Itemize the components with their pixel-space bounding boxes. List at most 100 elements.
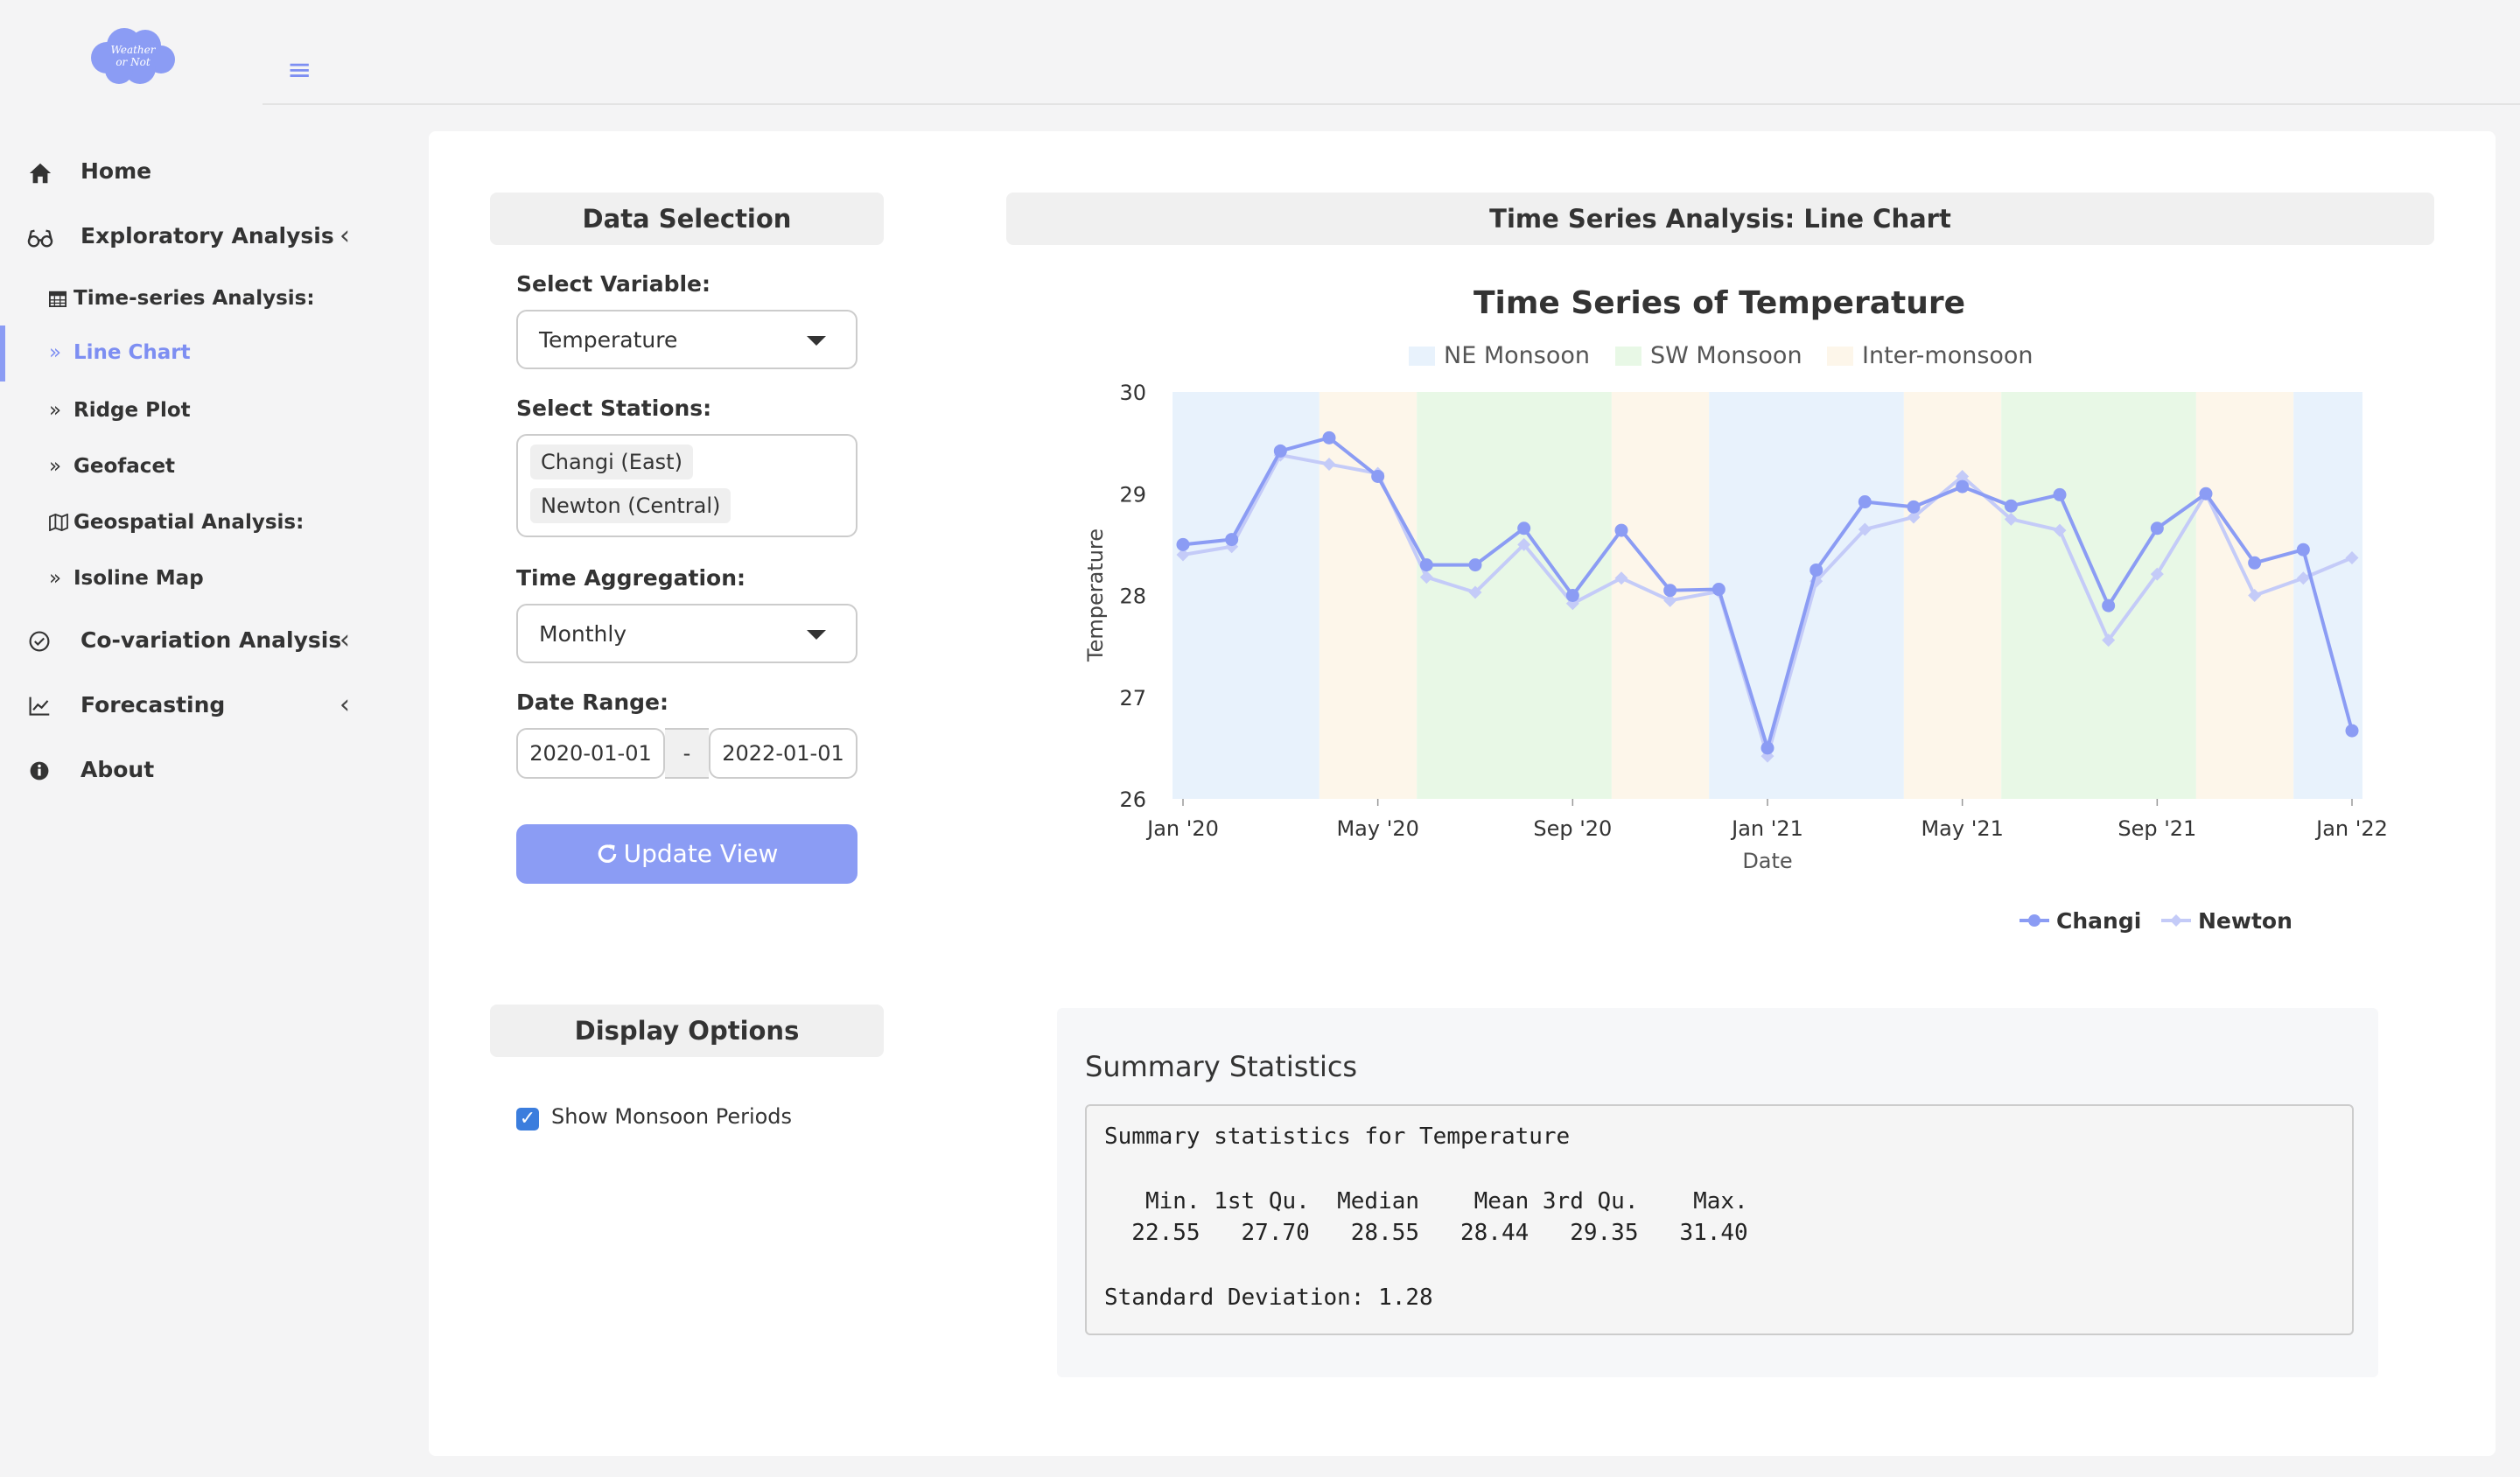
chevron-left-icon: ‹ [340, 690, 350, 720]
sidebar-subheading-time-series: Time-series Analysis: [0, 275, 385, 322]
data-point-changi [1322, 430, 1336, 444]
display-options-header: Display Options [490, 1004, 884, 1057]
data-point-changi [2102, 598, 2116, 612]
sidebar-item-label: Isoline Map [74, 567, 204, 590]
sidebar-item-label: About [80, 757, 155, 782]
sidebar-item-about[interactable]: About [0, 744, 368, 796]
data-point-changi [1419, 558, 1433, 572]
monsoon-band [2195, 392, 2294, 799]
hamburger-icon[interactable]: ≡ [287, 52, 312, 88]
sidebar-item-label: Geofacet [74, 455, 176, 478]
y-tick-label: 28 [1119, 584, 1146, 609]
data-point-changi [1858, 495, 1872, 509]
check-circle-icon [29, 631, 50, 652]
y-tick-label: 30 [1119, 381, 1146, 405]
sidebar-subheading-geospatial: Geospatial Analysis: [0, 499, 385, 546]
summary-output: Summary statistics for Temperature Min. … [1085, 1104, 2354, 1335]
app-logo[interactable]: Weather or Not [88, 26, 178, 88]
sidebar-item-label: Line Chart [74, 341, 191, 364]
sidebar-item-isoline-map[interactable]: » Isoline Map [0, 555, 385, 602]
y-tick-label: 29 [1119, 482, 1146, 507]
summary-line: Summary statistics for Temperature [1104, 1124, 1571, 1150]
series-legend-label: Changi [2056, 908, 2141, 934]
summary-sd-line: Standard Deviation: 1.28 [1104, 1284, 1433, 1311]
band-legend-swatch [1409, 346, 1435, 366]
band-legend-label: SW Monsoon [1650, 342, 1802, 369]
y-tick-label: 27 [1119, 686, 1146, 710]
sidebar-item-label: Co-variation Analysis [80, 627, 342, 653]
data-point-changi [2345, 724, 2359, 738]
band-legend-label: NE Monsoon [1444, 342, 1590, 369]
logo-text: Weather or Not [88, 44, 178, 68]
summary-value-row: 22.55 27.70 28.55 28.44 29.35 31.40 [1104, 1220, 1748, 1246]
summary-title: Summary Statistics [1085, 1050, 1358, 1083]
data-point-changi [1225, 533, 1239, 547]
band-legend-swatch [1615, 346, 1642, 366]
home-icon [29, 163, 52, 184]
sidebar-item-label: Home [80, 158, 152, 184]
summary-header-row: Min. 1st Qu. Median Mean 3rd Qu. Max. [1104, 1188, 1748, 1214]
data-point-changi [1565, 589, 1579, 602]
series-legend-marker [2028, 914, 2040, 927]
sidebar-subheading-label: Geospatial Analysis: [74, 511, 304, 534]
data-point-changi [2150, 522, 2164, 536]
logo-line-2: or Not [116, 56, 150, 68]
sidebar-item-forecasting[interactable]: Forecasting ‹ [0, 679, 368, 732]
double-chevron-icon: » [49, 399, 62, 422]
logo-line-1: Weather [110, 44, 156, 56]
data-point-changi [1517, 522, 1531, 536]
data-point-changi [1663, 584, 1677, 598]
main-panel: Data Selection Select Variable: Temperat… [429, 131, 2496, 1456]
data-point-changi [1760, 741, 1774, 755]
chevron-left-icon: ‹ [340, 220, 350, 251]
sidebar-item-line-chart[interactable]: » Line Chart [0, 329, 385, 376]
monsoon-band [1417, 392, 1612, 799]
x-tick-label: Jan '21 [1730, 816, 1803, 841]
band-legend-swatch [1827, 346, 1853, 366]
header-divider [262, 103, 2520, 105]
sidebar-item-co-variation-analysis[interactable]: Co-variation Analysis ‹ [0, 614, 368, 667]
data-point-changi [1810, 563, 1824, 577]
show-monsoon-label[interactable]: Show Monsoon Periods [551, 1104, 792, 1129]
sidebar-item-label: Forecasting [80, 692, 226, 718]
series-legend-marker [2170, 914, 2182, 927]
monsoon-band [2001, 392, 2196, 799]
sidebar-item-exploratory-analysis[interactable]: Exploratory Analysis ‹ [0, 210, 368, 262]
sidebar-item-label: Ridge Plot [74, 399, 191, 422]
x-axis-label: Date [1742, 849, 1792, 873]
data-point-changi [1907, 500, 1921, 514]
monsoon-band [1903, 392, 2002, 799]
data-point-changi [2199, 486, 2213, 500]
band-legend-label: Inter-monsoon [1862, 342, 2034, 369]
double-chevron-icon: » [49, 567, 62, 590]
data-point-changi [1614, 523, 1628, 537]
data-point-changi [1371, 469, 1385, 483]
monsoon-band [1319, 392, 1418, 799]
chevron-left-icon: ‹ [340, 625, 350, 655]
data-point-changi [1176, 537, 1190, 551]
calendar-icon [49, 290, 66, 307]
sidebar-subheading-label: Time-series Analysis: [74, 287, 315, 310]
sidebar-item-ridge-plot[interactable]: » Ridge Plot [0, 387, 385, 434]
data-point-changi [2053, 487, 2067, 501]
chart-title: Time Series of Temperature [1474, 285, 1965, 321]
sidebar-item-geofacet[interactable]: » Geofacet [0, 443, 385, 490]
y-tick-label: 26 [1119, 788, 1146, 812]
monsoon-band [2293, 392, 2362, 799]
x-tick-label: Jan '22 [2314, 816, 2388, 841]
data-point-changi [1468, 558, 1482, 572]
sidebar-item-label: Exploratory Analysis [80, 223, 334, 248]
series-legend-label: Newton [2198, 908, 2292, 934]
show-monsoon-checkbox[interactable]: ✓ [516, 1108, 539, 1130]
data-point-changi [1712, 583, 1726, 597]
info-icon [30, 761, 49, 780]
x-tick-label: Jan '20 [1145, 816, 1219, 841]
sidebar-item-home[interactable]: Home [0, 145, 368, 198]
sidebar: Weather or Not Home Exploratory Analysis… [0, 0, 402, 1477]
data-point-changi [1273, 444, 1287, 458]
temperature-line-chart: Time Series of Temperature NE Monsoon SW M… [1083, 285, 2388, 934]
monsoon-band [1172, 392, 1320, 799]
x-tick-label: May '21 [1921, 816, 2003, 841]
data-point-changi [1956, 480, 1970, 494]
x-tick-label: May '20 [1336, 816, 1418, 841]
